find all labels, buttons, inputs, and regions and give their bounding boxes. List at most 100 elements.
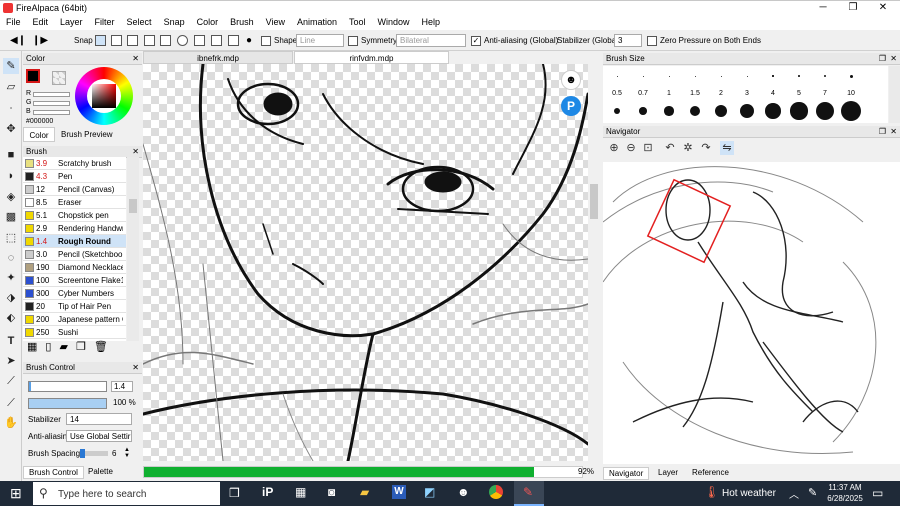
restore-icon[interactable]: ❐ xyxy=(838,1,868,15)
new-brush-icon[interactable]: ▯ xyxy=(45,341,59,353)
brush-list-item[interactable]: 12 Pencil (Canvas) xyxy=(23,183,126,196)
magic-wand-icon[interactable]: ✦ xyxy=(3,270,19,286)
snap-perspective-icon[interactable] xyxy=(211,35,222,47)
drawing-canvas[interactable]: ☻ P xyxy=(143,64,588,461)
tab-color[interactable]: Color xyxy=(23,127,55,142)
size-slider[interactable] xyxy=(28,381,107,392)
symmetry-dropdown[interactable]: Bilateral xyxy=(396,34,466,48)
move-tool-icon[interactable]: ✥ xyxy=(3,121,19,137)
panel-close-icon[interactable]: ✕ xyxy=(132,53,139,65)
menu-animation[interactable]: Animation xyxy=(291,14,343,30)
zoom-in-icon[interactable]: ⊕ xyxy=(607,141,621,155)
word-icon[interactable]: W xyxy=(392,485,406,499)
tab-palette[interactable]: Palette xyxy=(83,466,118,479)
weather-text[interactable]: Hot weather xyxy=(722,488,776,499)
zoom-level[interactable]: 92% xyxy=(578,467,594,476)
brush-size-dot[interactable] xyxy=(664,106,674,116)
lasso-tool-icon[interactable]: ◌ xyxy=(3,250,19,266)
brush-spacing-slider[interactable] xyxy=(80,449,108,458)
snap-curve-icon[interactable] xyxy=(194,35,205,47)
menu-filter[interactable]: Filter xyxy=(89,14,121,30)
flip-view-icon[interactable]: ⇋ xyxy=(720,141,734,155)
opacity-slider[interactable] xyxy=(28,398,107,409)
brush-folder-icon[interactable]: ▰ xyxy=(59,341,75,353)
tab-reference[interactable]: Reference xyxy=(687,467,734,480)
calculator-icon[interactable]: ▦ xyxy=(295,485,306,499)
firealpaca-icon[interactable]: ☻ xyxy=(457,485,470,499)
brush-size-dot[interactable] xyxy=(639,107,647,115)
r-slider[interactable] xyxy=(33,92,70,97)
brush-size-dot[interactable] xyxy=(790,102,808,120)
zero-pressure-checkbox[interactable] xyxy=(647,35,657,46)
brush-settings-icon[interactable]: ▦ xyxy=(27,341,45,353)
brush-list-scrollbar[interactable] xyxy=(127,157,139,341)
snap-3d-icon[interactable] xyxy=(228,35,239,47)
brush-list-item[interactable]: 20 Tip of Hair Pen xyxy=(23,300,126,313)
brush-size-dot[interactable] xyxy=(823,74,827,78)
chrome-icon[interactable] xyxy=(489,485,503,499)
next-frame-icon[interactable]: ❙▶ xyxy=(32,33,48,48)
brush-size-dot[interactable] xyxy=(616,75,618,77)
select-eraser-icon[interactable]: ⬖ xyxy=(3,310,19,326)
photos-icon[interactable]: ◩ xyxy=(424,485,435,499)
zoom-out-icon[interactable]: ⊖ xyxy=(624,141,638,155)
paint-icon[interactable]: P xyxy=(561,96,581,116)
menu-color[interactable]: Color xyxy=(191,14,225,30)
menu-layer[interactable]: Layer xyxy=(54,14,89,30)
dot-tool-icon[interactable]: ∙ xyxy=(3,100,19,116)
text-tool-icon[interactable]: T xyxy=(3,333,19,349)
clock-time[interactable]: 11:37 AM xyxy=(826,483,864,492)
operation-tool-icon[interactable]: ➤ xyxy=(3,353,19,369)
brush-size-dot[interactable] xyxy=(746,75,748,77)
brush-list-item[interactable]: 250 Sushi xyxy=(23,326,126,339)
snap-cross-icon[interactable] xyxy=(127,35,138,47)
fit-view-icon[interactable]: ⊡ xyxy=(641,141,655,155)
chevron-up-icon[interactable]: ︿ xyxy=(789,486,799,501)
tab-document-1[interactable]: ibnefrk.mdp xyxy=(143,51,293,64)
reset-rotation-icon[interactable]: ✲ xyxy=(681,141,695,155)
tab-document-2[interactable]: rinfvdm.mdp xyxy=(294,51,449,64)
brush-tool-icon[interactable]: ✎ xyxy=(3,58,19,74)
brush-list-item[interactable]: 2.9 Rendering Handwriting xyxy=(23,222,126,235)
menu-snap[interactable]: Snap xyxy=(158,14,191,30)
menu-window[interactable]: Window xyxy=(372,14,416,30)
brush-list-item[interactable]: 190 Diamond Necklace xyxy=(23,261,126,274)
brush-list-item[interactable]: 200 Japanese pattern C xyxy=(23,313,126,326)
foreground-swatch[interactable] xyxy=(26,69,40,83)
snap-grid-icon[interactable] xyxy=(144,35,155,47)
brush-list-item[interactable]: 4.3 Pen xyxy=(23,170,126,183)
brush-size-scrollbar[interactable] xyxy=(889,66,900,123)
menu-help[interactable]: Help xyxy=(416,14,447,30)
panel-float-icon[interactable]: ❐ xyxy=(879,53,886,65)
brush-size-dot[interactable] xyxy=(668,75,670,77)
brush-list-item[interactable]: 1.4 Rough Round xyxy=(23,235,126,248)
snap-settings-icon[interactable]: ● xyxy=(246,33,252,48)
panel-close-icon[interactable]: ✕ xyxy=(890,126,897,138)
gradient-tool-icon[interactable]: ▩ xyxy=(3,209,19,225)
stabilizer-select[interactable]: 14 xyxy=(66,413,132,425)
antialias-select[interactable]: Use Global Settir xyxy=(66,430,132,442)
g-slider[interactable] xyxy=(33,101,70,106)
brush-size-dot[interactable] xyxy=(815,101,835,121)
hex-value[interactable]: #000000 xyxy=(26,118,53,125)
rotate-left-icon[interactable]: ↶ xyxy=(663,141,677,155)
divide-tool-icon[interactable]: ⟋ xyxy=(3,373,19,389)
navigator-preview[interactable] xyxy=(603,162,900,464)
windows-start-icon[interactable]: ⊞ xyxy=(10,486,22,500)
snap-off-icon[interactable] xyxy=(95,35,106,47)
brush-size-dot[interactable] xyxy=(642,75,644,77)
panel-close-icon[interactable]: ✕ xyxy=(132,362,139,374)
active-app[interactable]: ✎ xyxy=(514,481,544,506)
brush-list-item[interactable]: 3.9 Scratchy brush xyxy=(23,157,126,170)
tab-navigator[interactable]: Navigator xyxy=(603,467,650,480)
alpaca-icon[interactable]: ☻ xyxy=(561,70,581,90)
eyedropper-icon[interactable]: ⟋ xyxy=(3,395,19,411)
panel-float-icon[interactable]: ❐ xyxy=(879,126,886,138)
brush-size-dot[interactable] xyxy=(720,75,722,77)
pen-tray-icon[interactable]: ✎ xyxy=(808,486,817,499)
task-view-icon[interactable]: ❒ xyxy=(229,486,240,500)
brush-size-dot[interactable] xyxy=(798,75,800,77)
brush-size-dot[interactable] xyxy=(740,104,754,118)
eraser-tool-icon[interactable]: ▱ xyxy=(3,79,19,95)
fill-rect-icon[interactable]: ■ xyxy=(3,147,19,163)
